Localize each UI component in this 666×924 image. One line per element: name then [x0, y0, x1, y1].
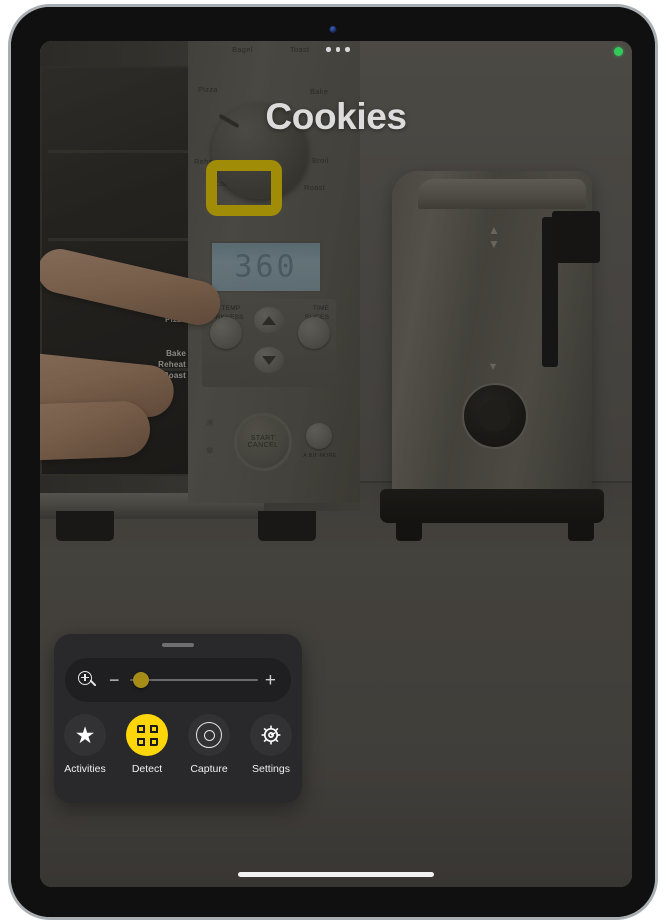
oven-a-bit-more-button [306, 423, 332, 449]
activities-button[interactable]: ★ Activities [54, 714, 116, 775]
oven-knob-label: Bake [310, 87, 329, 96]
toaster-foot-right [568, 519, 594, 541]
oven-start-cancel-button: START CANCEL [234, 413, 292, 471]
oven-up-button [254, 307, 284, 333]
oven-foot-right [258, 511, 316, 541]
start-label: START [250, 435, 276, 442]
toaster-chevron-down-icon: ▼ [488, 237, 500, 251]
panel-drag-handle[interactable] [162, 643, 194, 647]
home-indicator[interactable] [238, 872, 434, 877]
ipad-device: ▲ ▼ ▾ BagelCookiesPizzaBakeReheatRoas [8, 4, 658, 920]
oven-foot-left [56, 511, 114, 541]
toaster-lever [552, 211, 600, 263]
zoom-slider[interactable] [129, 672, 258, 688]
zoom-in-icon [78, 670, 97, 690]
zoom-decrease-button[interactable]: − [109, 671, 120, 689]
front-camera-icon [329, 26, 337, 33]
zoom-increase-button[interactable]: + [265, 671, 276, 690]
star-icon: ★ [74, 721, 96, 748]
capture-label: Capture [190, 763, 228, 775]
viewfinder-icon [136, 724, 158, 746]
oven-time-button [298, 317, 330, 349]
oven-knob-label: Toast [290, 45, 310, 54]
toaster-dial-center [479, 400, 511, 432]
multitasking-indicator[interactable] [326, 47, 350, 52]
toaster-foot-left [396, 519, 422, 541]
capture-button[interactable]: Capture [178, 714, 240, 775]
detected-text-title: Cookies [265, 96, 407, 137]
toaster-chevron-icon: ▾ [490, 359, 497, 373]
detect-icon-container [126, 714, 168, 756]
zoom-control-row[interactable]: − + [65, 658, 291, 702]
oven-temperature-value: 360 [234, 249, 298, 285]
capture-icon-container [188, 714, 230, 756]
oven-knob-label: Roast [304, 183, 326, 192]
text-detection-highlight-box [206, 160, 282, 216]
activities-icon-container: ★ [64, 714, 106, 756]
oven-rack [48, 238, 188, 241]
activities-label: Activities [64, 763, 106, 775]
toaster-appliance: ▲ ▼ ▾ [380, 171, 604, 541]
detect-label: Detect [131, 763, 163, 775]
settings-button[interactable]: Settings [240, 714, 302, 775]
oven-knob-label: Bagel [232, 45, 253, 54]
oven-knob-label: Pizza [198, 85, 218, 94]
user-hand [40, 244, 240, 473]
cancel-label: CANCEL [247, 442, 279, 449]
triangle-up-icon [262, 315, 276, 325]
toaster-top [418, 179, 586, 209]
screen: ▲ ▼ ▾ BagelCookiesPizzaBakeReheatRoas [40, 41, 632, 887]
triangle-down-icon [262, 355, 276, 365]
oven-knob-label: Broil [312, 156, 329, 165]
oven-rack [48, 150, 188, 153]
a-bit-more-label: A BIT MORE [303, 453, 337, 459]
oven-control-label: TIME [312, 305, 330, 312]
gear-icon [261, 725, 281, 745]
toaster-dial [462, 383, 528, 449]
thumb [40, 400, 151, 462]
oven-down-button [254, 347, 284, 373]
camera-active-indicator-icon [614, 47, 623, 56]
magnifier-actions: ★ Activities Detect Capture Settings [54, 714, 302, 775]
settings-icon-container [250, 714, 292, 756]
toaster-chevron-up-icon: ▲ [488, 223, 500, 237]
settings-label: Settings [252, 763, 290, 775]
toaster-base [380, 489, 604, 523]
shutter-icon [196, 722, 222, 748]
detect-button[interactable]: Detect [116, 714, 178, 775]
zoom-slider-thumb[interactable] [132, 672, 149, 688]
magnifier-control-panel[interactable]: − + ★ Activities Detect Capture Settings [54, 634, 302, 803]
